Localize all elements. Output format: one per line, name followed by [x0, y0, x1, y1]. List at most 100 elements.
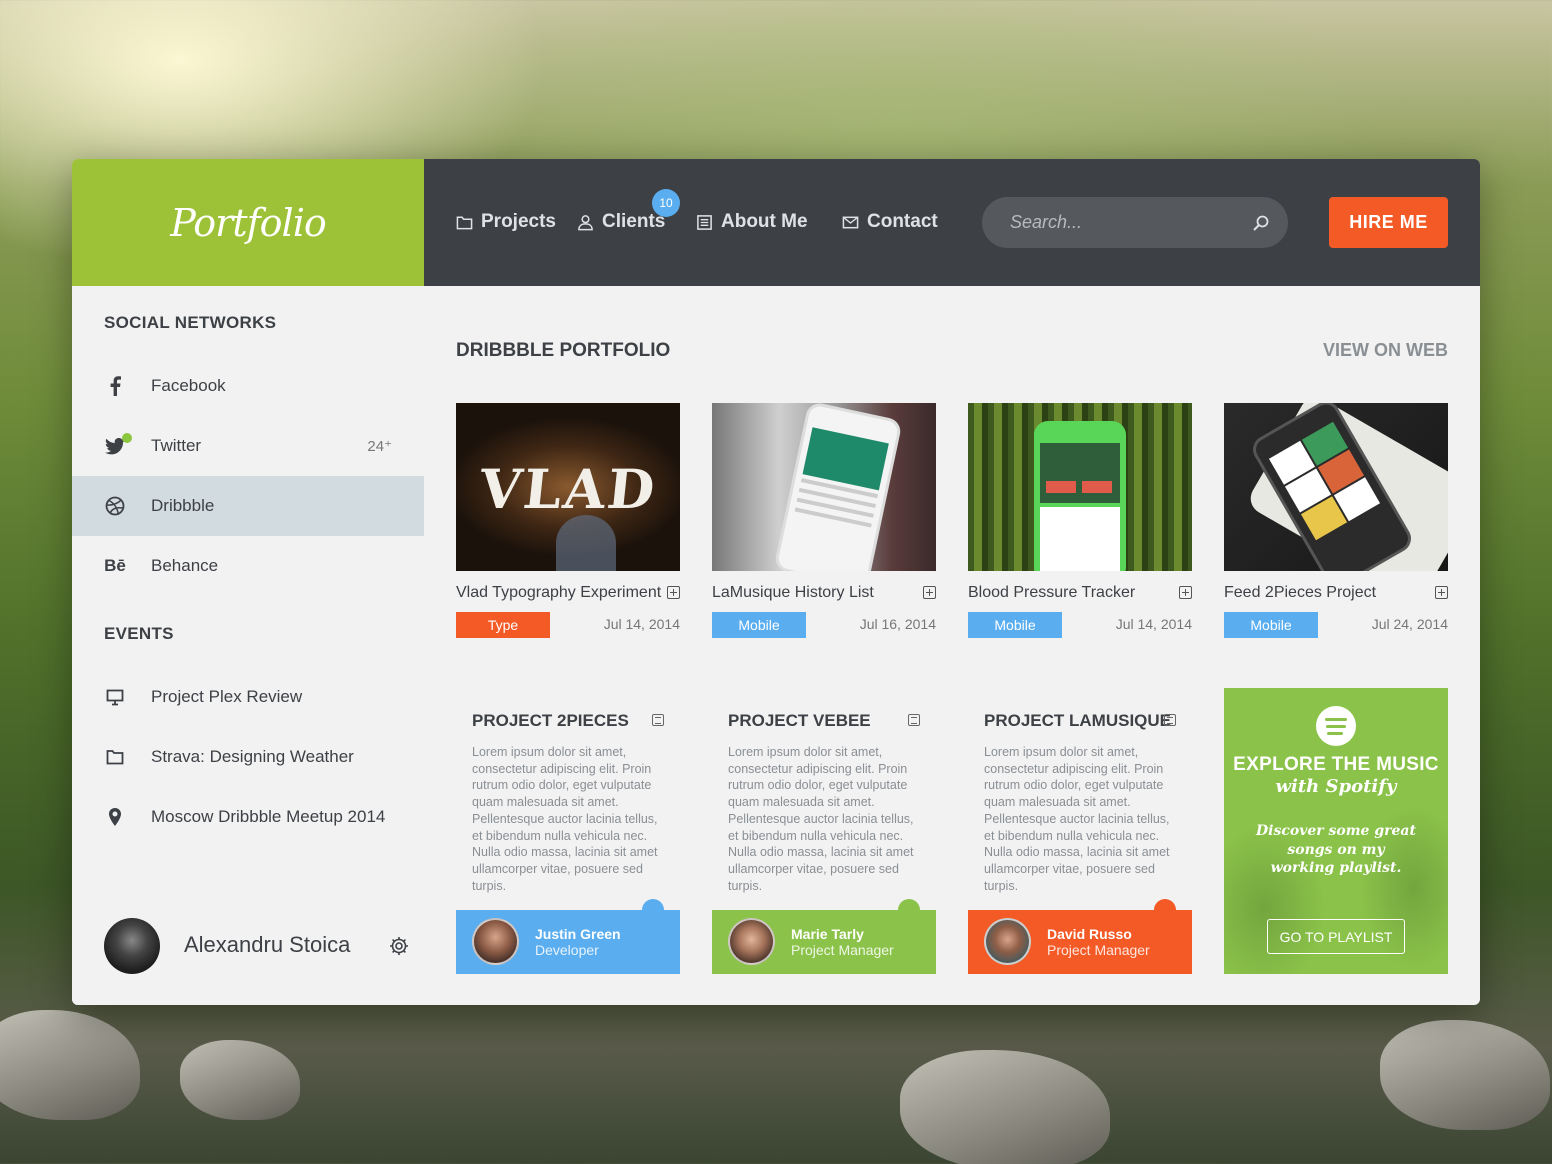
- sidebar-item-label: Twitter: [151, 436, 202, 455]
- add-to-collection-icon[interactable]: [1179, 586, 1192, 599]
- project-title: PROJECT VEBEE: [728, 711, 871, 730]
- avatar[interactable]: [104, 918, 160, 974]
- member-role: Project Manager: [1047, 942, 1150, 958]
- shot-date: Jul 14, 2014: [603, 616, 680, 632]
- sidebar-item-facebook[interactable]: Facebook: [72, 356, 424, 416]
- search-box: [982, 197, 1288, 248]
- add-to-collection-icon[interactable]: [1435, 586, 1448, 599]
- nav-contact[interactable]: Contact: [842, 211, 938, 233]
- search-icon[interactable]: [1252, 214, 1270, 232]
- shot-thumbnail[interactable]: VLAD: [456, 403, 680, 571]
- project-member[interactable]: Marie Tarly Project Manager: [712, 899, 936, 974]
- shot-tag[interactable]: Mobile: [1224, 612, 1318, 638]
- nav-contact-label: Contact: [867, 211, 938, 232]
- add-to-collection-icon[interactable]: [667, 586, 680, 599]
- phone-mockup: [773, 403, 903, 571]
- avatar: [728, 918, 775, 965]
- sidebar-event-item[interactable]: Moscow Dribbble Meetup 2014: [72, 787, 424, 847]
- nav-projects[interactable]: Projects: [456, 211, 556, 233]
- shot-title: Feed 2Pieces Project: [1224, 584, 1377, 601]
- logo[interactable]: Portfolio: [72, 159, 424, 286]
- dribbble-shot-card: LaMusique History List Mobile Jul 16, 20…: [712, 403, 936, 638]
- shot-tag[interactable]: Mobile: [712, 612, 806, 638]
- dribbble-shot-card: Feed 2Pieces Project Mobile Jul 24, 2014: [1224, 403, 1448, 638]
- monitor-icon: [104, 686, 126, 708]
- cave-opening-decoration: [556, 515, 616, 571]
- background-rock: [180, 1040, 300, 1120]
- spotify-promo: EXPLORE THE MUSIC with Spotify Discover …: [1224, 688, 1448, 974]
- dribbble-shot-card: Blood Pressure Tracker Mobile Jul 14, 20…: [968, 403, 1192, 638]
- nav-clients-label: Clients: [602, 211, 666, 232]
- sidebar-item-behance[interactable]: Bē Behance: [72, 536, 424, 596]
- member-toggle-knob[interactable]: [1154, 899, 1176, 921]
- sidebar-item-dribbble[interactable]: Dribbble: [72, 476, 424, 536]
- portfolio-window: Portfolio Projects Clients 10 About Me C…: [72, 159, 1480, 1005]
- sidebar: SOCIAL NETWORKS Facebook Twitter 24⁺ Dri…: [72, 286, 424, 1005]
- mail-icon: [842, 216, 859, 228]
- shot-title: Blood Pressure Tracker: [968, 584, 1136, 601]
- add-to-collection-icon[interactable]: [923, 586, 936, 599]
- shot-date: Jul 14, 2014: [1115, 616, 1192, 632]
- project-member[interactable]: David Russo Project Manager: [968, 899, 1192, 974]
- shot-thumbnail[interactable]: [968, 403, 1192, 571]
- shot-date: Jul 16, 2014: [859, 616, 936, 632]
- background-rock: [900, 1050, 1110, 1164]
- hire-me-button[interactable]: HIRE ME: [1329, 197, 1448, 248]
- sidebar-item-label: Strava: Designing Weather: [151, 747, 354, 766]
- dribbble-icon: [104, 495, 126, 517]
- sidebar-event-item[interactable]: Project Plex Review: [72, 667, 424, 727]
- shot-thumbnail[interactable]: [1224, 403, 1448, 571]
- nav-projects-label: Projects: [481, 211, 556, 232]
- member-role: Project Manager: [791, 942, 894, 958]
- project-member[interactable]: Justin Green Developer: [456, 899, 680, 974]
- list-icon[interactable]: [1164, 714, 1176, 726]
- twitter-count: 24⁺: [367, 438, 392, 455]
- sidebar-event-item[interactable]: Strava: Designing Weather: [72, 727, 424, 787]
- shot-tag[interactable]: Mobile: [968, 612, 1062, 638]
- view-on-web-link[interactable]: VIEW ON WEB: [1323, 340, 1448, 361]
- folder-icon: [104, 746, 126, 768]
- shot-date: Jul 24, 2014: [1371, 616, 1448, 632]
- gear-icon[interactable]: [388, 935, 410, 957]
- vlad-lettering: VLAD: [476, 457, 660, 521]
- main-content: DRIBBBLE PORTFOLIO VIEW ON WEB VLAD Vlad…: [424, 286, 1480, 1005]
- project-card: PROJECT LAMUSIQUE Lorem ipsum dolor sit …: [968, 688, 1192, 974]
- sidebar-item-label: Moscow Dribbble Meetup 2014: [151, 807, 386, 826]
- background-rock: [1380, 1020, 1550, 1130]
- project-description: Lorem ipsum dolor sit amet, consectetur …: [472, 745, 658, 893]
- search-input[interactable]: [1010, 212, 1252, 233]
- twitter-notification-dot: [122, 433, 132, 443]
- member-toggle-knob[interactable]: [642, 899, 664, 921]
- social-networks-heading: SOCIAL NETWORKS: [104, 313, 277, 332]
- sidebar-item-label: Project Plex Review: [151, 687, 303, 706]
- member-name: Justin Green: [535, 926, 621, 942]
- nav-about-me-label: About Me: [721, 211, 808, 232]
- spotify-icon: [1316, 706, 1356, 746]
- nav-clients[interactable]: Clients: [577, 211, 665, 233]
- member-toggle-knob[interactable]: [898, 899, 920, 921]
- list-icon[interactable]: [908, 714, 920, 726]
- list-icon[interactable]: [652, 714, 664, 726]
- shot-tag[interactable]: Type: [456, 612, 550, 638]
- user-profile: Alexandru Stoica: [72, 918, 424, 974]
- user-icon: [578, 214, 593, 230]
- dribbble-shot-card: VLAD Vlad Typography Experiment Type Jul…: [456, 403, 680, 638]
- nav-about-me[interactable]: About Me: [696, 211, 808, 233]
- behance-icon: Bē: [104, 556, 126, 575]
- profile-name: Alexandru Stoica: [184, 932, 351, 957]
- clients-count-badge: 10: [652, 189, 680, 217]
- top-navigation: Projects Clients 10 About Me Contact HIR…: [424, 159, 1480, 286]
- spotify-subheading: with Spotify: [1275, 776, 1397, 797]
- member-name: Marie Tarly: [791, 926, 864, 942]
- shot-title: Vlad Typography Experiment: [456, 584, 662, 601]
- spotify-heading: EXPLORE THE MUSIC: [1233, 754, 1439, 775]
- go-to-playlist-button[interactable]: GO TO PLAYLIST: [1267, 919, 1405, 954]
- shot-thumbnail[interactable]: [712, 403, 936, 571]
- sidebar-item-label: Facebook: [151, 376, 226, 395]
- project-description: Lorem ipsum dolor sit amet, consectetur …: [984, 745, 1170, 893]
- background-rock: [0, 1010, 140, 1120]
- sidebar-item-label: Dribbble: [151, 496, 215, 515]
- events-heading: EVENTS: [104, 624, 174, 643]
- sidebar-item-twitter[interactable]: Twitter 24⁺: [72, 416, 424, 476]
- member-role: Developer: [535, 942, 599, 958]
